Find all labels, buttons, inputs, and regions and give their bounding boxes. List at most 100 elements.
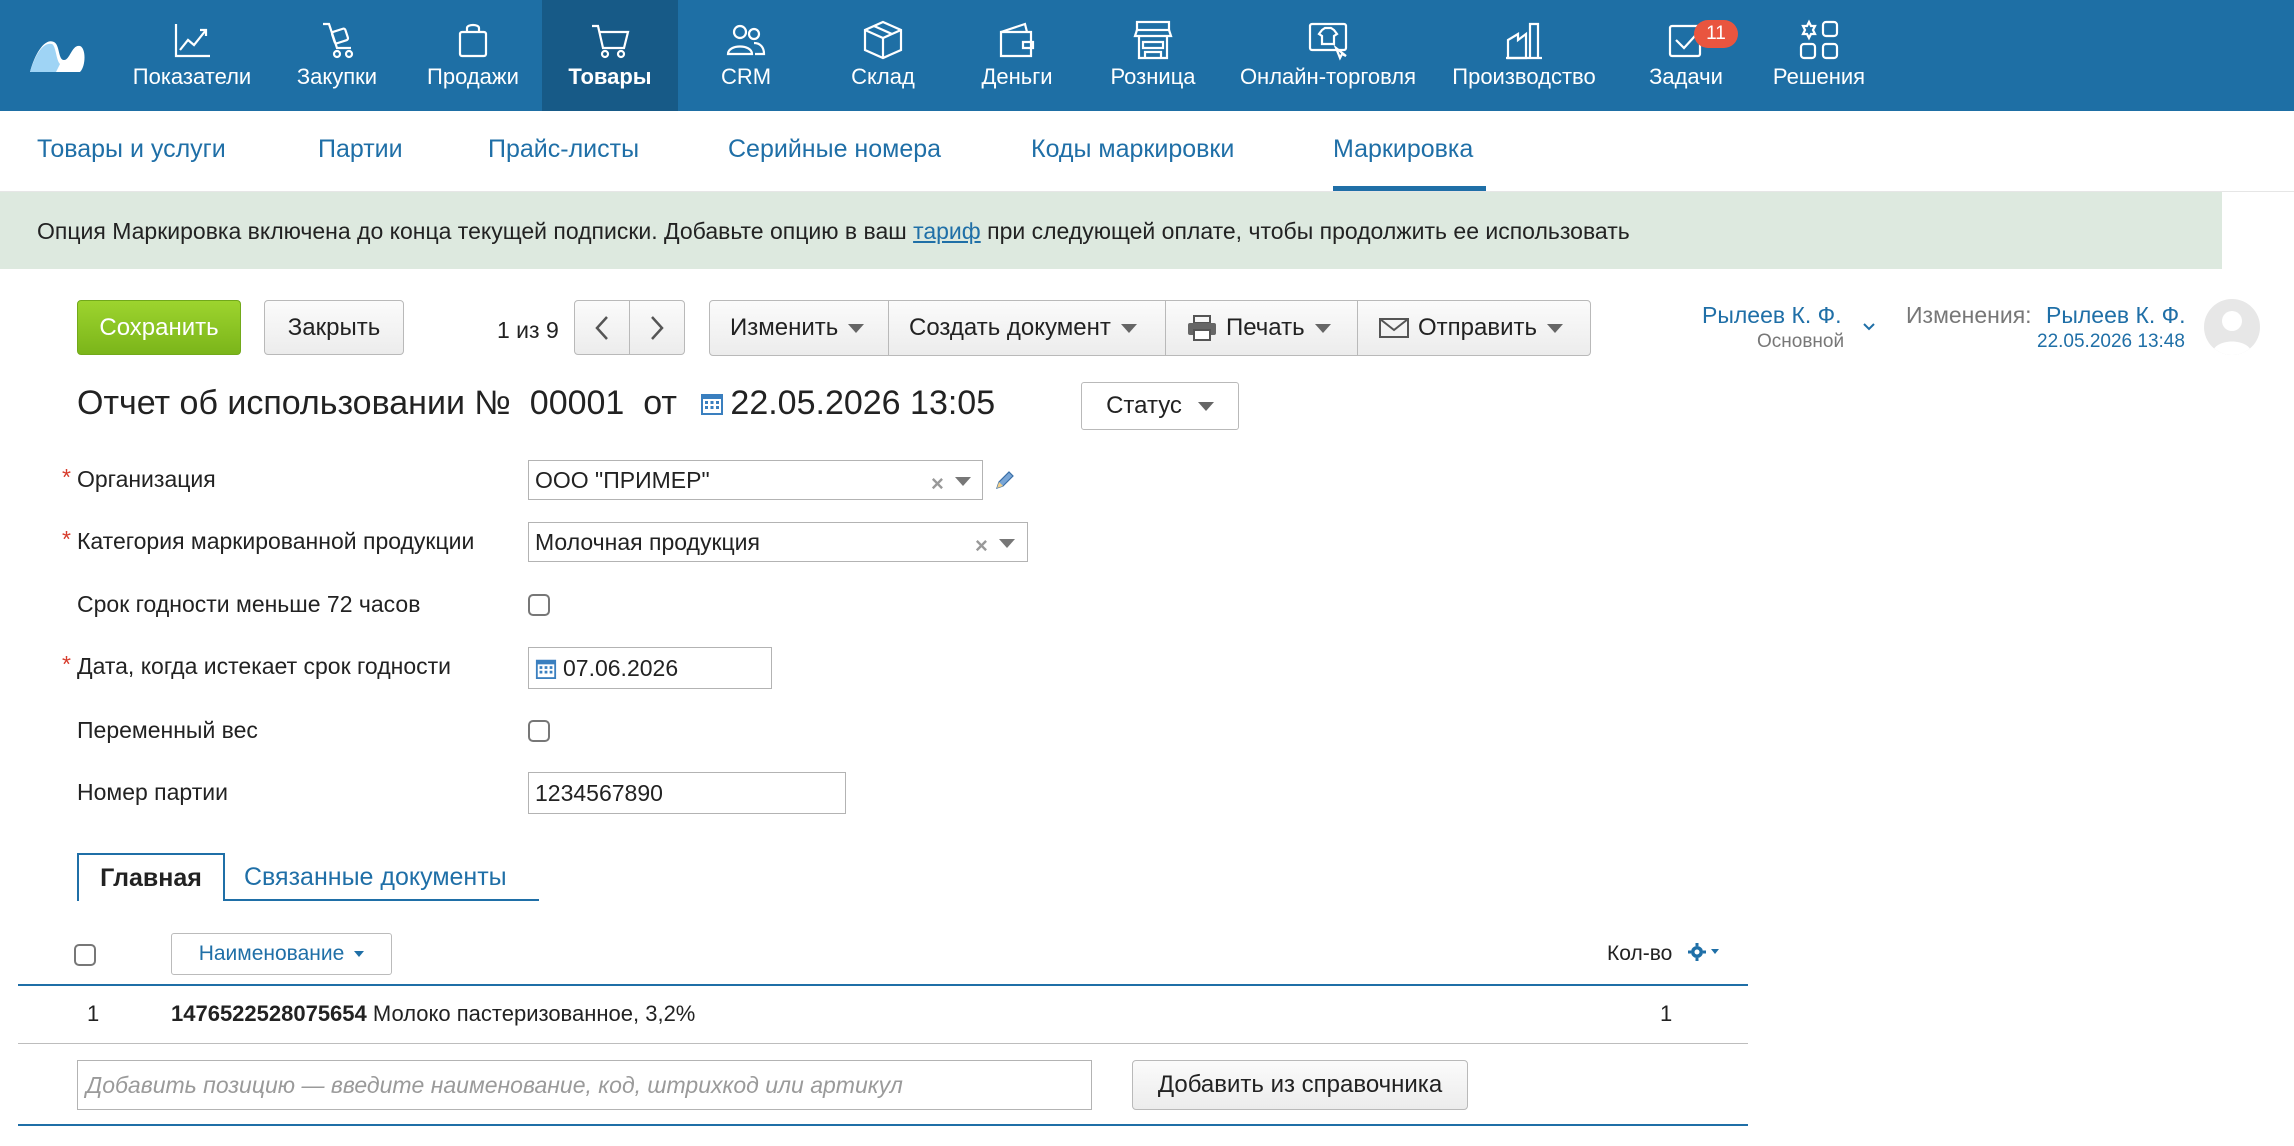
print-dropdown[interactable]: Печать xyxy=(1166,301,1358,355)
nav-item-production[interactable]: Производство xyxy=(1444,0,1604,111)
changes-user-link[interactable]: Рылеев К. Ф. xyxy=(2046,302,2186,329)
next-button[interactable] xyxy=(629,300,685,355)
page-title: Отчет об использовании № 00001 от 22.05.… xyxy=(77,384,996,422)
nav-label: Закупки xyxy=(296,64,378,89)
owner-name-link[interactable]: Рылеев К. Ф. xyxy=(1702,302,1842,329)
gear-settings-icon[interactable] xyxy=(1688,943,1722,961)
nav-item-warehouse[interactable]: Склад xyxy=(818,0,948,111)
nav-item-tasks[interactable]: Задачи 11 xyxy=(1630,0,1742,111)
subnav-marking[interactable]: Маркировка xyxy=(1333,135,1473,164)
tab-main[interactable]: Главная xyxy=(77,853,225,901)
avatar[interactable] xyxy=(2204,299,2260,355)
batch-number-input[interactable]: 1234567890 xyxy=(528,772,846,814)
nav-item-goods[interactable]: Товары xyxy=(542,0,678,111)
row-quantity[interactable]: 1 xyxy=(1660,1001,1672,1027)
variable-weight-checkbox[interactable] xyxy=(528,720,550,742)
nav-item-sales[interactable]: Продажи xyxy=(408,0,538,111)
chevron-down-icon xyxy=(848,323,865,333)
create-document-dropdown[interactable]: Создать документ xyxy=(889,301,1166,355)
required-marker: * xyxy=(62,464,71,490)
add-position-input[interactable]: Добавить позицию — введите наименование,… xyxy=(77,1060,1092,1110)
close-button[interactable]: Закрыть xyxy=(264,300,404,355)
app-logo-icon[interactable] xyxy=(28,30,86,76)
chevron-down-icon[interactable] xyxy=(999,539,1015,548)
chevron-down-icon[interactable] xyxy=(955,477,971,486)
chevron-down-icon xyxy=(1120,323,1137,333)
document-number[interactable]: 00001 xyxy=(530,384,625,422)
edit-dropdown[interactable]: Изменить xyxy=(710,301,889,355)
organization-label: Организация xyxy=(77,466,216,492)
calendar-icon[interactable] xyxy=(535,656,557,680)
info-banner: Опция Маркировка включена до конца текущ… xyxy=(0,192,2222,269)
chevron-left-icon xyxy=(595,315,608,340)
required-marker: * xyxy=(62,651,71,677)
tariff-link[interactable]: тариф xyxy=(913,218,981,244)
nav-item-purchases[interactable]: Закупки xyxy=(272,0,402,111)
document-datetime[interactable]: 22.05.2026 13:05 xyxy=(730,384,995,422)
nav-item-retail[interactable]: Розница xyxy=(1088,0,1218,111)
chart-line-icon xyxy=(174,24,210,58)
cart-icon xyxy=(592,24,630,59)
short-shelf-life-checkbox[interactable] xyxy=(528,594,550,616)
select-all-checkbox[interactable] xyxy=(74,944,96,966)
nav-label: Производство xyxy=(1452,64,1596,89)
actions-button-group: Изменить Создать документ Печать Отправи… xyxy=(709,300,1591,356)
nav-item-solutions[interactable]: Решения xyxy=(1764,0,1874,111)
box-icon xyxy=(863,20,903,60)
expiry-date-field[interactable]: 07.06.2026 xyxy=(528,647,772,689)
top-navigation: Показатели Закупки Продажи Товары CRM Ск… xyxy=(0,0,2294,111)
envelope-icon xyxy=(1379,318,1409,338)
changes-label: Изменения: xyxy=(1906,302,2032,328)
expiry-date-label: Дата, когда истекает срок годности xyxy=(77,653,452,679)
subnav-serial-numbers[interactable]: Серийные номера xyxy=(728,135,941,164)
nav-item-crm[interactable]: CRM xyxy=(684,0,808,111)
status-dropdown[interactable]: Статус xyxy=(1081,382,1239,430)
chevron-down-icon xyxy=(1197,401,1214,411)
pager-counter: 1 из 9 xyxy=(497,317,559,343)
shopping-bag-icon xyxy=(458,23,488,58)
nav-label: Продажи xyxy=(427,64,519,89)
required-marker: * xyxy=(62,526,71,552)
short-shelf-life-label: Срок годности меньше 72 часов xyxy=(77,591,421,617)
nav-label: Склад xyxy=(851,64,915,89)
subnav-batches[interactable]: Партии xyxy=(318,135,403,164)
nav-item-money[interactable]: Деньги xyxy=(952,0,1082,111)
calendar-icon[interactable] xyxy=(700,390,724,416)
nav-item-online-trade[interactable]: Онлайн-торговля xyxy=(1230,0,1426,111)
row-product-name[interactable]: 1476522528075654 Молоко пастеризованное,… xyxy=(171,1001,695,1027)
store-icon xyxy=(1133,20,1173,60)
clear-icon[interactable]: × xyxy=(975,533,988,559)
active-tab-underline xyxy=(1333,186,1486,191)
chevron-down-icon[interactable] xyxy=(1862,322,1876,332)
banner-message: Опция Маркировка включена до конца текущ… xyxy=(37,218,1630,244)
save-button[interactable]: Сохранить xyxy=(77,300,241,355)
column-header-name[interactable]: Наименование xyxy=(171,933,392,975)
printer-icon xyxy=(1188,315,1216,341)
nav-label: Розница xyxy=(1110,64,1196,89)
user-silhouette-icon xyxy=(2212,311,2252,355)
tab-underline xyxy=(225,899,539,901)
subnav-price-lists[interactable]: Прайс-листы xyxy=(488,135,639,164)
row-number: 1 xyxy=(87,1001,100,1026)
table-bottom-divider xyxy=(18,1124,1748,1126)
tab-related-documents[interactable]: Связанные документы xyxy=(244,863,507,892)
add-from-catalog-button[interactable]: Добавить из справочника xyxy=(1132,1060,1468,1110)
send-dropdown[interactable]: Отправить xyxy=(1358,301,1590,355)
row-divider xyxy=(18,1043,1748,1044)
subnav-marking-codes[interactable]: Коды маркировки xyxy=(1031,135,1234,164)
nav-item-indicators[interactable]: Показатели xyxy=(118,0,266,111)
pencil-edit-icon[interactable] xyxy=(994,469,1016,491)
organization-select[interactable]: ООО "ПРИМЕР" × xyxy=(528,460,983,500)
variable-weight-label: Переменный вес xyxy=(77,717,258,743)
chevron-down-icon xyxy=(1314,323,1331,333)
tasks-count-badge: 11 xyxy=(1694,20,1738,48)
clear-icon[interactable]: × xyxy=(931,471,944,497)
category-label: Категория маркированной продукции xyxy=(77,528,475,554)
subnav-goods-services[interactable]: Товары и услуги xyxy=(37,135,226,164)
nav-label: Товары xyxy=(568,64,652,89)
owner-role: Основной xyxy=(1757,331,1845,352)
prev-button[interactable] xyxy=(574,300,630,355)
category-select[interactable]: Молочная продукция × xyxy=(528,522,1028,562)
nav-label: Деньги xyxy=(981,64,1053,89)
changes-date: 22.05.2026 13:48 xyxy=(2037,331,2185,352)
